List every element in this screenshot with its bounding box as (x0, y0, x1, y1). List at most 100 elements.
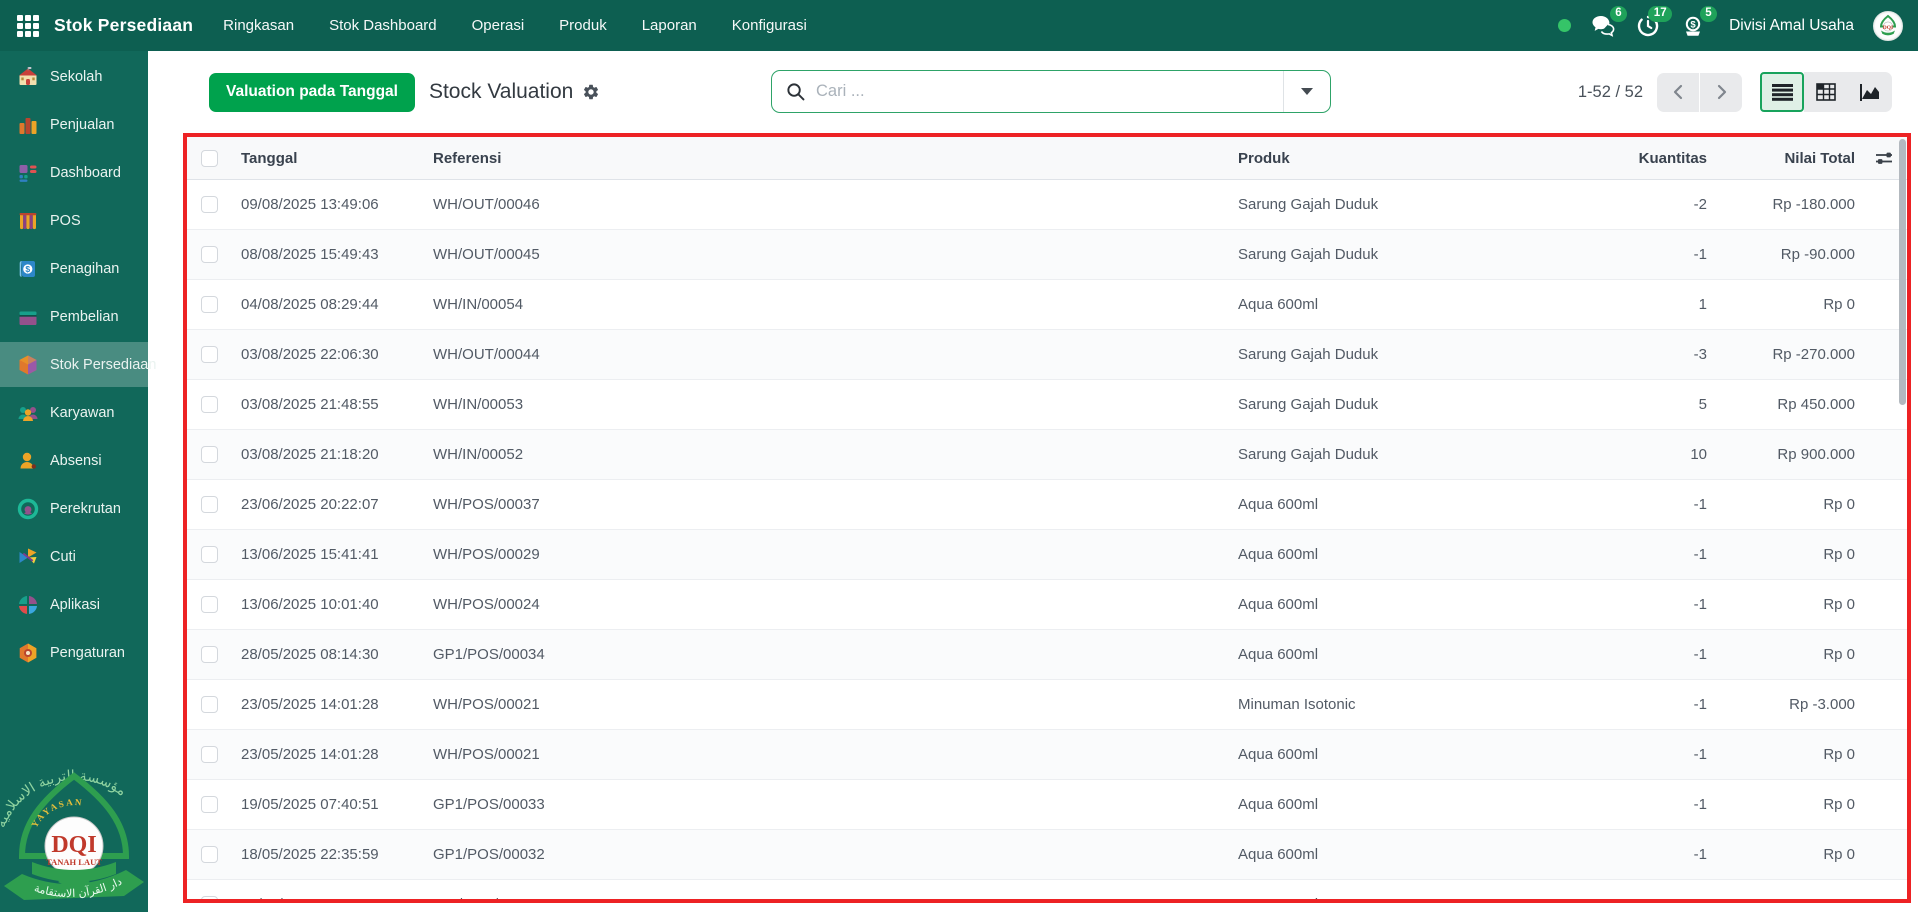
money-requests-icon[interactable]: $ 5 (1680, 13, 1706, 39)
cell-tanggal: 19/05/2025 07:40:51 (231, 796, 423, 813)
apps-grid-icon[interactable] (17, 15, 39, 37)
table-row[interactable]: 28/05/2025 08:14:30 GP1/POS/00034 Aqua 6… (187, 630, 1907, 680)
cell-tanggal: 09/08/2025 13:49:06 (231, 196, 423, 213)
table-row[interactable]: 04/08/2025 08:29:44 WH/IN/00054 Aqua 600… (187, 280, 1907, 330)
sidebar-item-sekolah[interactable]: Sekolah (0, 54, 148, 99)
pagination-range: 1-52 / 52 (1578, 83, 1643, 102)
cell-referensi: GP1/POS/00032 (423, 846, 1228, 863)
valuation-pada-tanggal-button[interactable]: Valuation pada Tanggal (209, 73, 415, 112)
row-checkbox[interactable] (201, 446, 218, 463)
sidebar-item-penjualan[interactable]: Penjualan (0, 102, 148, 147)
nav-item-produk[interactable]: Produk (559, 17, 607, 34)
row-checkbox[interactable] (201, 696, 218, 713)
table-row[interactable]: 19/05/2025 07:40:51 GP1/POS/00033 Aqua 6… (187, 780, 1907, 830)
column-header-kuantitas[interactable]: Kuantitas (1618, 150, 1713, 167)
graph-view-button[interactable] (1848, 72, 1892, 112)
gear-icon[interactable] (582, 83, 600, 101)
table-body: 09/08/2025 13:49:06 WH/OUT/00046 Sarung … (187, 180, 1907, 903)
sidebar-item-pembelian[interactable]: Pembelian (0, 294, 148, 339)
app-name[interactable]: Stok Persediaan (54, 15, 193, 36)
cell-tanggal: 13/06/2025 10:01:40 (231, 596, 423, 613)
table-row[interactable]: 23/05/2025 14:01:28 WH/POS/00021 Minuman… (187, 680, 1907, 730)
row-checkbox[interactable] (201, 396, 218, 413)
row-checkbox[interactable] (201, 846, 218, 863)
optional-columns-icon[interactable] (1875, 150, 1893, 166)
table-row[interactable]: 09/08/2025 13:49:06 WH/OUT/00046 Sarung … (187, 180, 1907, 230)
row-checkbox[interactable] (201, 646, 218, 663)
row-checkbox[interactable] (201, 596, 218, 613)
list-view-button[interactable] (1760, 72, 1804, 112)
cell-referensi: GP1/POS/00034 (423, 646, 1228, 663)
cell-tanggal: 03/08/2025 22:06:30 (231, 346, 423, 363)
row-checkbox[interactable] (201, 896, 218, 903)
sidebar-item-perekrutan[interactable]: Perekrutan (0, 486, 148, 531)
billing-dollar-icon: $ (17, 258, 39, 280)
pivot-view-button[interactable] (1804, 72, 1848, 112)
sidebar-item-absensi[interactable]: Absensi (0, 438, 148, 483)
cell-nilai-total: Rp 0 (1713, 896, 1861, 903)
previous-page-button[interactable] (1657, 73, 1699, 112)
column-header-nilai-total[interactable]: Nilai Total (1713, 150, 1861, 167)
svg-text:دار القرآن الاستقامة: دار القرآن الاستقامة (33, 875, 125, 900)
cell-referensi: WH/OUT/00046 (423, 196, 1228, 213)
table-row[interactable]: 03/08/2025 22:06:30 WH/OUT/00044 Sarung … (187, 330, 1907, 380)
sidebar-item-label: Pengaturan (50, 645, 125, 661)
row-checkbox[interactable] (201, 296, 218, 313)
nav-item-konfigurasi[interactable]: Konfigurasi (732, 17, 807, 34)
column-header-produk[interactable]: Produk (1228, 150, 1618, 167)
activities-clock-icon[interactable]: 17 (1635, 13, 1661, 39)
settings-hex-icon (17, 642, 39, 664)
table-row[interactable]: 23/05/2025 14:01:28 WH/POS/00021 Aqua 60… (187, 730, 1907, 780)
cell-nilai-total: Rp 900.000 (1713, 446, 1861, 463)
sidebar-item-pos[interactable]: POS (0, 198, 148, 243)
sidebar-item-karyawan[interactable]: Karyawan (0, 390, 148, 435)
row-checkbox[interactable] (201, 796, 218, 813)
table-header-row: Tanggal Referensi Produk Kuantitas Nilai… (187, 137, 1907, 180)
search-input[interactable] (816, 82, 1283, 101)
cell-kuantitas: -1 (1618, 246, 1713, 263)
table-row[interactable]: 23/06/2025 20:22:07 WH/POS/00037 Aqua 60… (187, 480, 1907, 530)
search-icon (786, 82, 805, 101)
row-checkbox[interactable] (201, 196, 218, 213)
cell-produk: Minuman Isotonic (1228, 696, 1618, 713)
sidebar-item-label: POS (50, 213, 81, 229)
column-header-referensi[interactable]: Referensi (423, 150, 1228, 167)
select-all-checkbox[interactable] (201, 150, 218, 167)
company-name[interactable]: Divisi Amal Usaha (1729, 17, 1854, 35)
table-row[interactable]: 03/08/2025 21:18:20 WH/IN/00052 Sarung G… (187, 430, 1907, 480)
nav-item-ringkasan[interactable]: Ringkasan (223, 17, 294, 34)
sidebar-item-penagihan[interactable]: $ Penagihan (0, 246, 148, 291)
nav-item-laporan[interactable]: Laporan (642, 17, 697, 34)
row-checkbox[interactable] (201, 346, 218, 363)
table-row[interactable]: 03/08/2025 21:48:55 WH/IN/00053 Sarung G… (187, 380, 1907, 430)
sidebar-item-pengaturan[interactable]: Pengaturan (0, 630, 148, 675)
column-header-tanggal[interactable]: Tanggal (231, 150, 423, 167)
cell-kuantitas: -2 (1618, 196, 1713, 213)
cell-produk: Aqua 600ml (1228, 746, 1618, 763)
table-row[interactable]: 13/06/2025 15:41:41 WH/POS/00029 Aqua 60… (187, 530, 1907, 580)
row-checkbox[interactable] (201, 746, 218, 763)
table-row[interactable]: 08/08/2025 15:49:43 WH/OUT/00045 Sarung … (187, 230, 1907, 280)
table-row[interactable]: 15/05/2025 19:03:20 WH/POS/00017 Aqua 60… (187, 880, 1907, 903)
row-checkbox[interactable] (201, 546, 218, 563)
next-page-button[interactable] (1700, 73, 1742, 112)
sidebar-item-label: Penagihan (50, 261, 119, 277)
row-checkbox[interactable] (201, 246, 218, 263)
table-row[interactable]: 13/06/2025 10:01:40 WH/POS/00024 Aqua 60… (187, 580, 1907, 630)
nav-item-operasi[interactable]: Operasi (472, 17, 525, 34)
messages-icon[interactable]: 6 (1590, 13, 1616, 39)
user-avatar[interactable]: DQI (1873, 11, 1903, 41)
sidebar-item-aplikasi[interactable]: Aplikasi (0, 582, 148, 627)
search-dropdown-toggle[interactable] (1284, 71, 1330, 112)
sidebar-item-cuti[interactable]: Cuti (0, 534, 148, 579)
cell-produk: Aqua 600ml (1228, 796, 1618, 813)
row-checkbox[interactable] (201, 496, 218, 513)
table-row[interactable]: 18/05/2025 22:35:59 GP1/POS/00032 Aqua 6… (187, 830, 1907, 880)
cell-referensi: WH/POS/00037 (423, 496, 1228, 513)
sidebar-item-stok-persediaan[interactable]: Stok Persediaan (0, 342, 148, 387)
cell-nilai-total: Rp 0 (1713, 596, 1861, 613)
cell-referensi: WH/IN/00054 (423, 296, 1228, 313)
nav-item-stok-dashboard[interactable]: Stok Dashboard (329, 17, 437, 34)
sidebar-item-dashboard[interactable]: Dashboard (0, 150, 148, 195)
vertical-scrollbar-thumb[interactable] (1899, 139, 1906, 405)
